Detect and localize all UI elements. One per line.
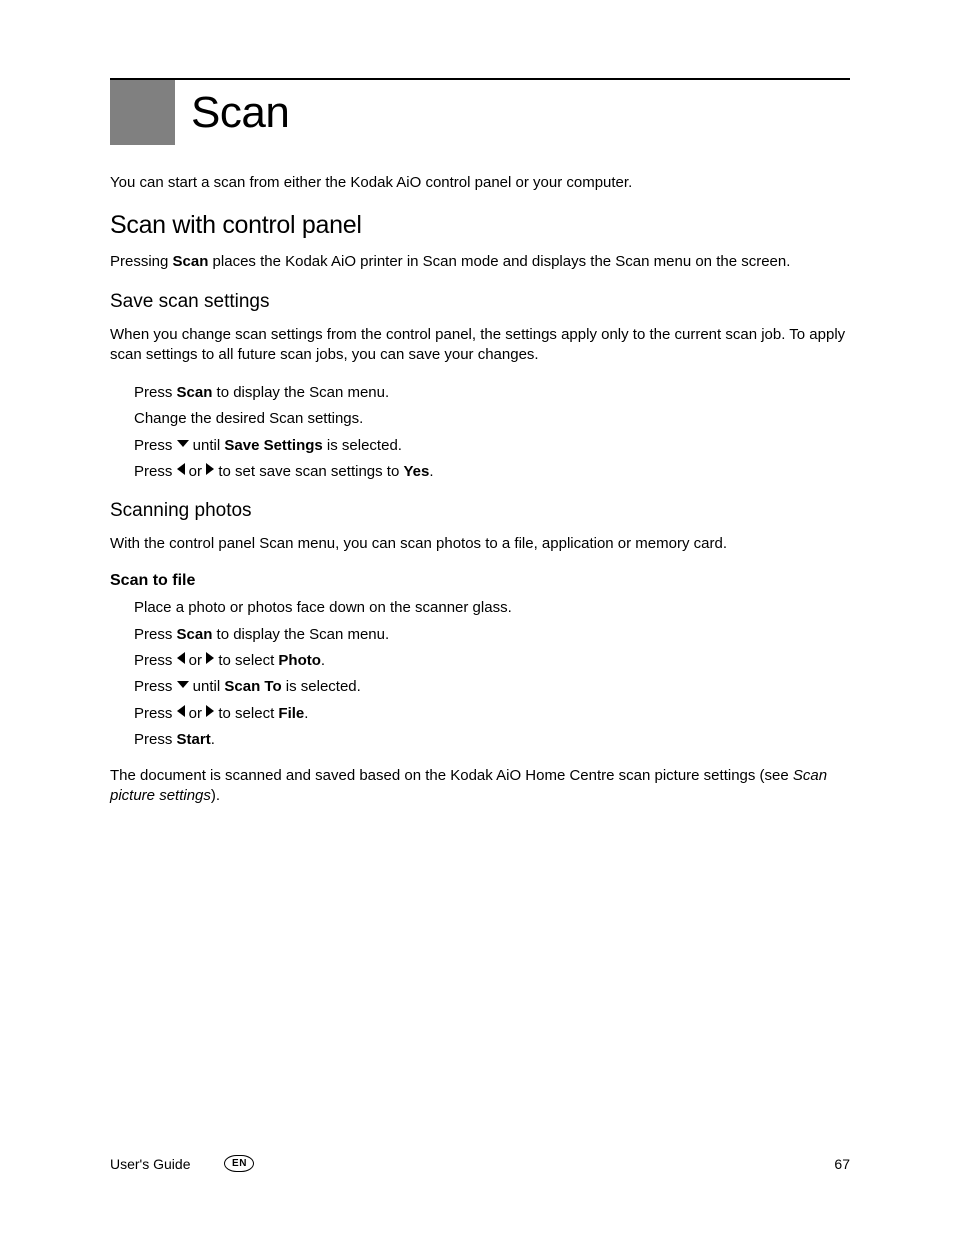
step-bold: File: [278, 705, 304, 722]
step-text: is selected.: [323, 437, 402, 454]
step-text: or: [185, 705, 207, 722]
chapter-header: Scan: [110, 80, 850, 145]
footer-guide: User's Guide: [110, 1156, 190, 1172]
page-content: Scan You can start a scan from either th…: [110, 78, 850, 825]
footer-left: User's Guide EN: [110, 1155, 254, 1172]
step-text: Press: [134, 705, 177, 722]
step-bold: Save Settings: [224, 437, 322, 454]
step-text: Press: [134, 463, 177, 480]
section1-body-post: places the Kodak AiO printer in Scan mod…: [208, 253, 790, 270]
chapter-title: Scan: [191, 88, 289, 138]
step-text: or: [185, 463, 207, 480]
step-text: Press: [134, 626, 177, 643]
step-text: to select: [214, 705, 278, 722]
section1-body: Pressing Scan places the Kodak AiO print…: [110, 252, 850, 272]
left-arrow-icon: [177, 650, 185, 670]
step-text: Press: [134, 384, 177, 401]
step-bold: Scan To: [224, 678, 281, 695]
step-bold: Scan: [177, 626, 213, 643]
stf-step-5: Press or to select File.: [134, 704, 850, 724]
scan-to-file-steps: Place a photo or photos face down on the…: [134, 598, 850, 750]
step-text: or: [185, 652, 207, 669]
save-scan-body: When you change scan settings from the c…: [110, 325, 850, 366]
down-arrow-icon: [177, 676, 189, 696]
step-text: .: [304, 705, 308, 722]
closing-text: The document is scanned and saved based …: [110, 766, 850, 807]
step-text: .: [321, 652, 325, 669]
right-arrow-icon: [206, 703, 214, 723]
chapter-square: [110, 80, 175, 145]
step-bold: Start: [177, 731, 211, 748]
save-scan-step-2: Change the desired Scan settings.: [134, 409, 850, 429]
heading-save-scan-settings: Save scan settings: [110, 291, 850, 313]
step-text: until: [189, 437, 225, 454]
language-badge: EN: [224, 1155, 254, 1172]
intro-text: You can start a scan from either the Kod…: [110, 173, 850, 193]
closing-post: ).: [211, 787, 220, 804]
step-text: until: [189, 678, 225, 695]
right-arrow-icon: [206, 461, 214, 481]
stf-step-4: Press until Scan To is selected.: [134, 677, 850, 697]
step-text: Press: [134, 731, 177, 748]
left-arrow-icon: [177, 461, 185, 481]
section1-body-bold: Scan: [173, 253, 209, 270]
closing-pre: The document is scanned and saved based …: [110, 767, 793, 784]
step-text: to display the Scan menu.: [212, 384, 389, 401]
save-scan-step-1: Press Scan to display the Scan menu.: [134, 383, 850, 403]
right-arrow-icon: [206, 650, 214, 670]
step-bold: Photo: [278, 652, 321, 669]
stf-step-2: Press Scan to display the Scan menu.: [134, 625, 850, 645]
left-arrow-icon: [177, 703, 185, 723]
step-text: to set save scan settings to: [214, 463, 403, 480]
step-text: .: [429, 463, 433, 480]
stf-step-1: Place a photo or photos face down on the…: [134, 598, 850, 618]
page-number: 67: [834, 1156, 850, 1172]
step-text: Press: [134, 678, 177, 695]
step-text: is selected.: [282, 678, 361, 695]
step-text: Press: [134, 437, 177, 454]
down-arrow-icon: [177, 435, 189, 455]
save-scan-step-3: Press until Save Settings is selected.: [134, 436, 850, 456]
step-text: .: [211, 731, 215, 748]
save-scan-step-4: Press or to set save scan settings to Ye…: [134, 462, 850, 482]
heading-scan-to-file: Scan to file: [110, 572, 850, 590]
stf-step-6: Press Start.: [134, 730, 850, 750]
section1-body-pre: Pressing: [110, 253, 173, 270]
heading-scanning-photos: Scanning photos: [110, 500, 850, 522]
step-bold: Scan: [177, 384, 213, 401]
save-scan-steps: Press Scan to display the Scan menu. Cha…: [134, 383, 850, 482]
step-text: to select: [214, 652, 278, 669]
scanning-photos-body: With the control panel Scan menu, you ca…: [110, 534, 850, 554]
heading-scan-control-panel: Scan with control panel: [110, 211, 850, 240]
step-text: Press: [134, 652, 177, 669]
step-bold: Yes: [403, 463, 429, 480]
page-footer: User's Guide EN 67: [110, 1155, 850, 1172]
stf-step-3: Press or to select Photo.: [134, 651, 850, 671]
step-text: to display the Scan menu.: [212, 626, 389, 643]
